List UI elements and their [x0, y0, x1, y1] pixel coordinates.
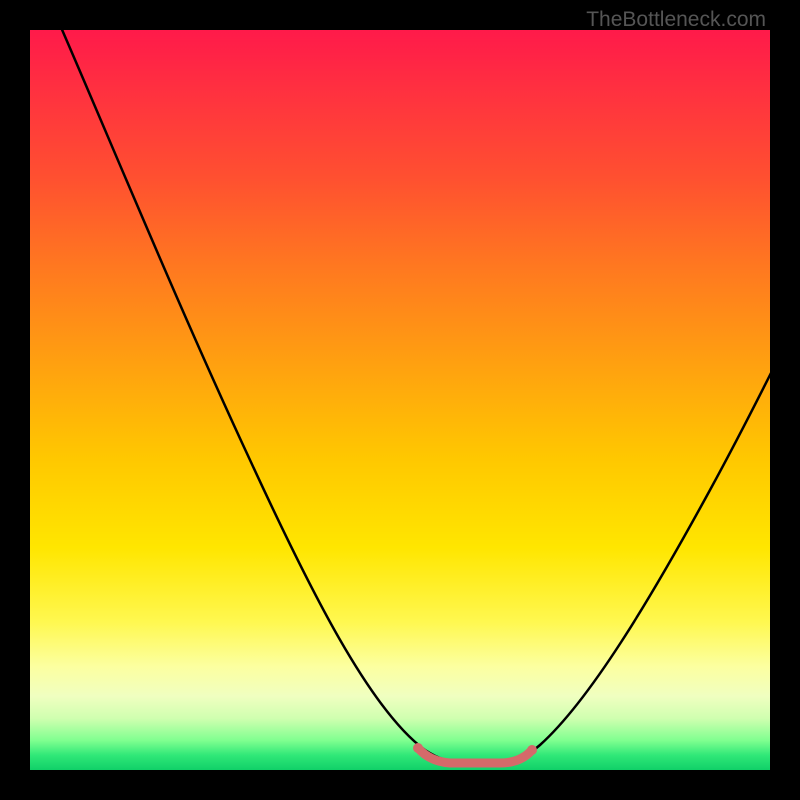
chart-container: { "watermark": "TheBottleneck.com", "cha… — [0, 0, 800, 800]
marker-start-dot — [413, 743, 423, 753]
bottleneck-curve — [60, 30, 770, 762]
marker-end-dot — [527, 745, 537, 755]
chart-svg — [30, 30, 770, 770]
plot-area — [30, 30, 770, 770]
watermark-text: TheBottleneck.com — [586, 8, 766, 32]
optimal-range-marker — [418, 748, 532, 763]
